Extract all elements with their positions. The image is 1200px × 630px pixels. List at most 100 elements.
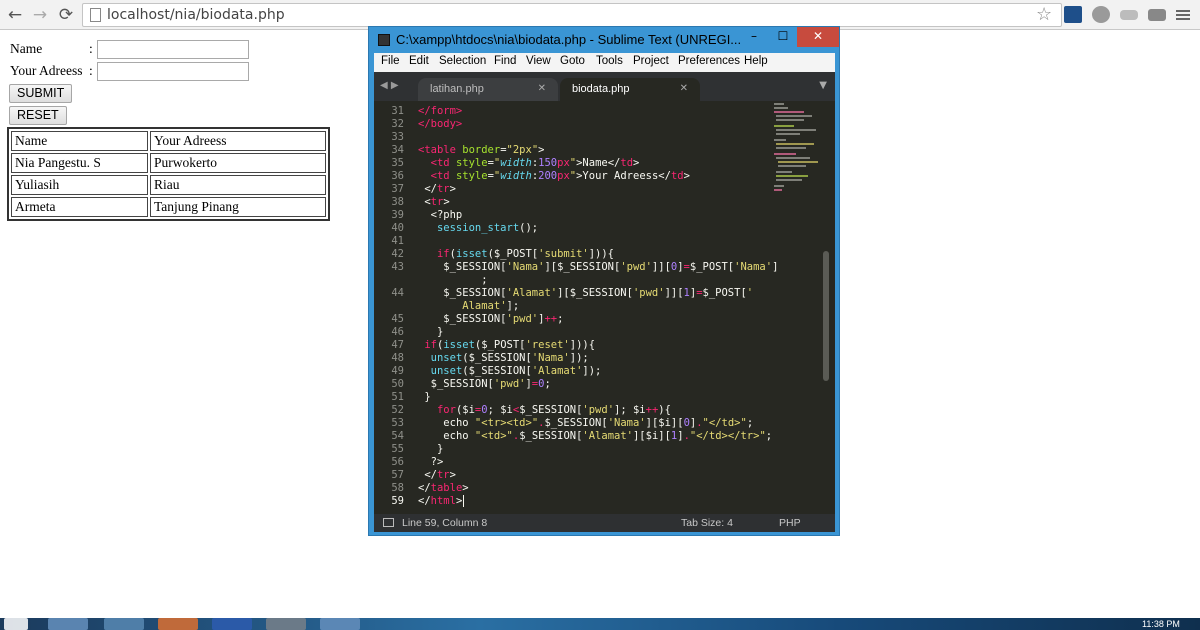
panel-toggle-icon[interactable] [383, 518, 394, 527]
line-number: 51 [391, 391, 404, 403]
code-line: $_SESSION['Nama'][$_SESSION['pwd']][0]=$… [418, 261, 779, 273]
tab-close-icon[interactable]: ✕ [538, 78, 546, 100]
line-number: 53 [391, 417, 404, 429]
line-number: 43 [391, 261, 404, 273]
line-number: 42 [391, 248, 404, 260]
page-icon [90, 8, 101, 22]
xampp-taskbar-icon[interactable] [158, 618, 198, 630]
address-input[interactable] [97, 62, 249, 81]
code-line: </table> [418, 482, 469, 494]
menu-view[interactable]: View [526, 55, 551, 67]
code-editor[interactable]: 31 32 33 34 35 36 37 38 39 40 41 42 43 44 45 46 47 48 49 50… [374, 101, 835, 514]
code-line: $_SESSION['pwd']++; [418, 313, 564, 325]
file-explorer-taskbar-icon[interactable] [48, 618, 88, 630]
taskbar-clock[interactable]: 11:38 PM [1142, 620, 1180, 629]
line-number: 55 [391, 443, 404, 455]
menu-find[interactable]: Find [494, 55, 516, 67]
tab-close-icon[interactable]: ✕ [680, 78, 688, 100]
minimap[interactable] [774, 103, 822, 213]
minimize-button[interactable]: – [740, 27, 768, 47]
code-line: <table border="2px"> [418, 144, 545, 156]
menu-help[interactable]: Help [744, 55, 768, 67]
menu-bar: File Edit Selection Find View Goto Tools… [374, 53, 835, 72]
maximize-button[interactable]: ☐ [769, 27, 797, 47]
line-number: 45 [391, 313, 404, 325]
tab-bar: ◀ ▶ latihan.php ✕ biodata.php ✕ ▼ [374, 72, 835, 101]
code-line: unset($_SESSION['Nama']); [430, 352, 589, 364]
biodata-table: Name Your Adreess Nia Pangestu. S Purwok… [7, 127, 330, 221]
bookmark-star-icon[interactable]: ☆ [1036, 4, 1052, 25]
table-cell-address: Riau [150, 175, 326, 195]
line-number [374, 300, 404, 313]
tab-label: latihan.php [430, 83, 484, 95]
tab-size-setting[interactable]: Tab Size: 4 [681, 517, 733, 529]
line-number: 48 [391, 352, 404, 364]
tab-scroll-arrows-icon[interactable]: ◀ ▶ [380, 80, 399, 91]
code-line: <td style="width:200px">Your Adreess</td… [430, 170, 690, 182]
code-line: ?> [418, 456, 444, 468]
table-row: Nia Pangestu. S Purwokerto [11, 153, 326, 173]
address-bar[interactable]: localhost/nia/biodata.php [82, 3, 1062, 27]
word-taskbar-icon[interactable] [212, 618, 252, 630]
code-line: echo "<td>".$_SESSION['Alamat'][$i][1]."… [443, 430, 773, 442]
code-line: if(isset($_POST['submit'])){ [436, 248, 615, 260]
code-line: } [418, 391, 431, 403]
back-icon[interactable]: ← [4, 4, 26, 26]
app-taskbar-icon[interactable] [320, 618, 360, 630]
syntax-setting[interactable]: PHP [779, 517, 801, 529]
line-number: 44 [391, 287, 404, 299]
code-line: } [418, 326, 444, 338]
close-button[interactable]: ✕ [797, 27, 839, 47]
menu-edit[interactable]: Edit [409, 55, 429, 67]
code-line: <td style="width:150px">Name</td> [430, 157, 640, 169]
tab-list-dropdown-icon[interactable]: ▼ [819, 80, 827, 91]
line-number: 57 [391, 469, 404, 481]
windows-start-icon[interactable] [4, 618, 28, 630]
line-number: 54 [391, 430, 404, 442]
line-number: 31 [391, 105, 404, 117]
line-number: 35 [391, 157, 404, 169]
line-number: 50 [391, 378, 404, 390]
menu-selection[interactable]: Selection [439, 55, 486, 67]
address-colon: : [89, 63, 93, 78]
sublime-window: C:\xampp\htdocs\nia\biodata.php - Sublim… [368, 26, 840, 536]
menu-goto[interactable]: Goto [560, 55, 585, 67]
editor-scrollbar[interactable] [823, 251, 829, 381]
table-cell-name: Armeta [11, 197, 148, 217]
line-number: 34 [391, 144, 404, 156]
cursor-position: Line 59, Column 8 [402, 517, 488, 529]
code-line: <tr> [418, 196, 450, 208]
reload-icon[interactable]: ⟳ [55, 4, 77, 26]
sublime-taskbar-icon[interactable] [266, 618, 306, 630]
code-line: </tr> [418, 183, 456, 195]
line-number: 56 [391, 456, 404, 468]
circle-extension-icon[interactable] [1092, 6, 1110, 23]
glasses-extension-icon[interactable] [1120, 10, 1138, 20]
gamepad-extension-icon[interactable] [1148, 9, 1166, 21]
menu-icon[interactable] [1176, 10, 1190, 12]
tab-label: biodata.php [572, 83, 630, 95]
menu-file[interactable]: File [381, 55, 400, 67]
reset-button[interactable]: RESET [9, 106, 67, 125]
table-header-address: Your Adreess [150, 131, 326, 151]
line-number: 33 [391, 131, 404, 143]
menu-project[interactable]: Project [633, 55, 669, 67]
menu-preferences[interactable]: Preferences [678, 55, 740, 67]
menu-tools[interactable]: Tools [596, 55, 623, 67]
code-line: Alamat']; [462, 300, 520, 312]
chrome-taskbar-icon[interactable] [104, 618, 144, 630]
line-number [374, 274, 404, 287]
line-number: 38 [391, 196, 404, 208]
clapperboard-extension-icon[interactable] [1064, 6, 1082, 23]
forward-icon[interactable]: → [29, 4, 51, 26]
table-cell-address: Purwokerto [150, 153, 326, 173]
tab-latihan[interactable]: latihan.php ✕ [418, 78, 558, 101]
code-line: } [418, 443, 444, 455]
table-header-row: Name Your Adreess [11, 131, 326, 151]
web-page: Name : Your Adreess : SUBMIT RESET Name … [0, 31, 368, 251]
window-titlebar[interactable]: C:\xampp\htdocs\nia\biodata.php - Sublim… [369, 27, 839, 53]
address-url[interactable]: localhost/nia/biodata.php [107, 7, 285, 23]
tab-biodata[interactable]: biodata.php ✕ [560, 78, 700, 101]
name-input[interactable] [97, 40, 249, 59]
submit-button[interactable]: SUBMIT [9, 84, 73, 103]
